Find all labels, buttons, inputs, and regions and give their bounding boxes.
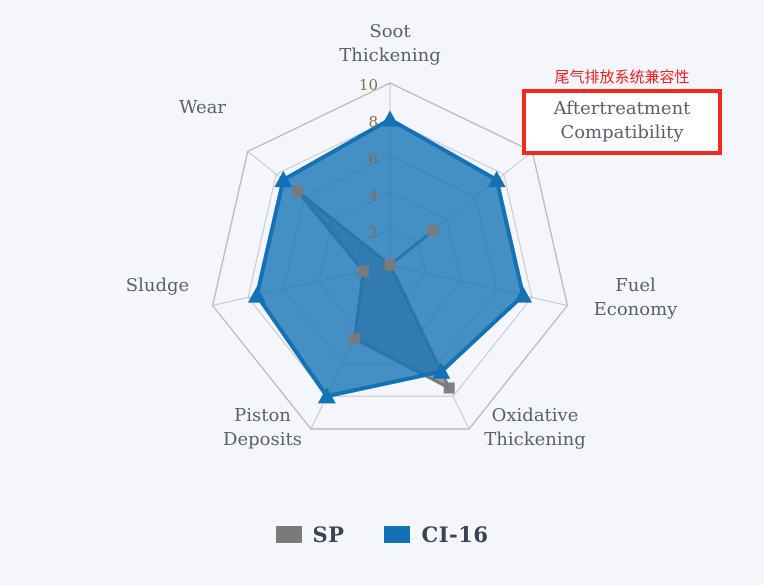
series-polygon-ci-16	[254, 117, 526, 399]
radial-tick-8: 8	[368, 113, 378, 131]
axis-label-oxidative-thickening: Oxidative Thickening	[484, 405, 586, 450]
legend-label-ci-16: CI-16	[421, 522, 489, 547]
legend-item-ci-16[interactable]: CI-16	[384, 522, 488, 547]
chart-legend: SP CI-16	[0, 522, 764, 547]
radial-tick-4: 4	[368, 187, 378, 205]
radial-tick-10: 10	[358, 76, 378, 94]
axis-label-sludge: Sludge	[125, 275, 190, 296]
axis-label-piston-deposits: Piston Deposits	[223, 405, 302, 450]
annotation-callout: 尾气排放系统兼容性 Aftertreatment Compatibility	[522, 68, 722, 155]
radar-chart: 2 4 6 8 10 Soot Thickening Aftertreatmen…	[0, 0, 764, 585]
annotation-boxed-label: Aftertreatment Compatibility	[553, 98, 691, 143]
legend-swatch-ci-16	[384, 526, 411, 543]
radial-tick-2: 2	[368, 224, 378, 242]
axis-label-soot-thickening: Soot Thickening	[339, 21, 441, 66]
annotation-chinese-note: 尾气排放系统兼容性	[554, 68, 690, 86]
legend-item-sp[interactable]: SP	[275, 522, 345, 547]
legend-label-sp: SP	[312, 522, 345, 547]
legend-swatch-sp	[275, 526, 302, 543]
radial-tick-6: 6	[368, 150, 378, 168]
axis-label-wear: Wear	[178, 97, 227, 118]
axis-label-fuel-economy: Fuel Economy	[593, 275, 678, 320]
annotation-highlight-box: Aftertreatment Compatibility	[522, 89, 722, 155]
